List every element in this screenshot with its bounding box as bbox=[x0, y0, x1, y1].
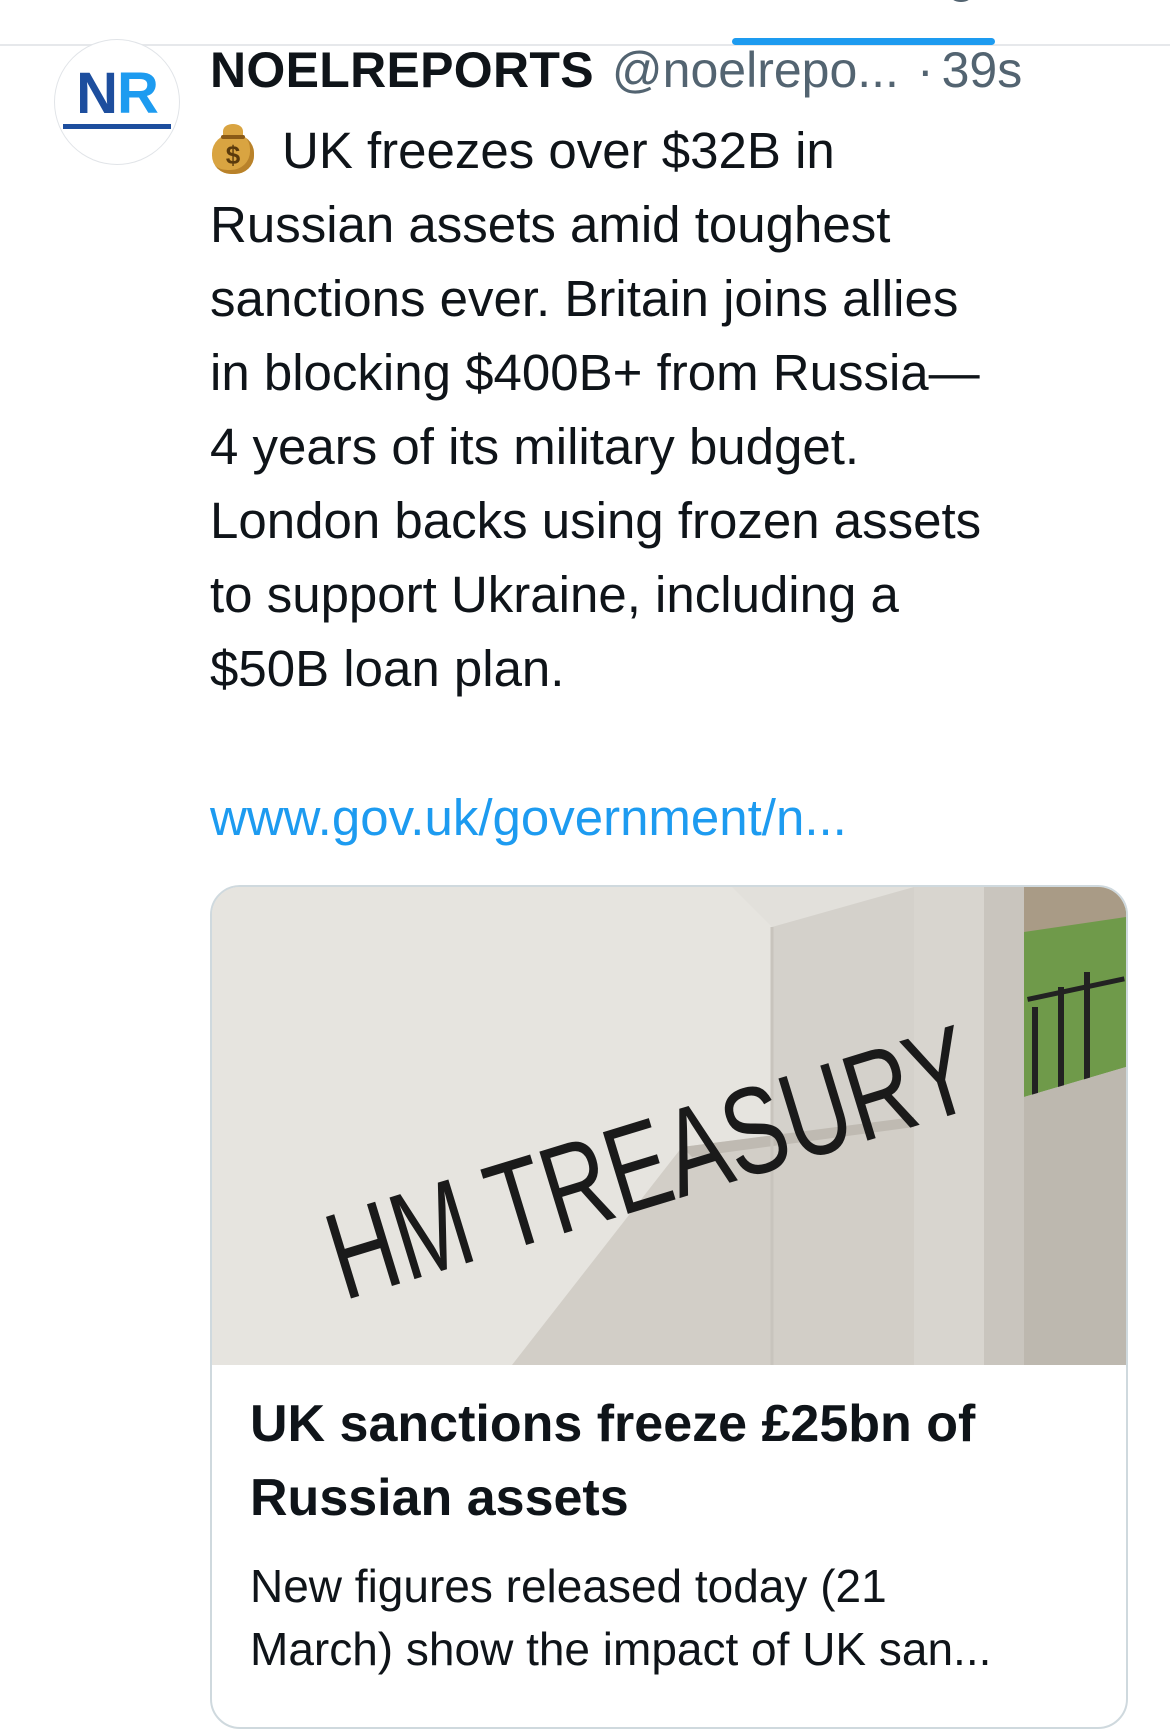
tweet-text-line: $ UK freezes over $32B in bbox=[210, 114, 1135, 188]
tweet-text-line: in blocking $400B+ from Russia— bbox=[210, 344, 980, 401]
avatar-underline bbox=[63, 124, 171, 129]
tweet-text-line: Russian assets amid toughest bbox=[210, 196, 891, 253]
tweet-text-line: $50B loan plan. bbox=[210, 640, 565, 697]
tweet-text-line: London backs using frozen assets bbox=[210, 492, 982, 549]
card-title[interactable]: UK sanctions freeze £25bn of Russian ass… bbox=[250, 1387, 1100, 1535]
avatar[interactable]: NR bbox=[55, 40, 179, 164]
tweet-link[interactable]: www.gov.uk/government/n... bbox=[210, 784, 847, 852]
card-description: New figures released today (21 March) sh… bbox=[250, 1560, 992, 1675]
user-handle[interactable]: @noelrepo... bbox=[612, 40, 899, 100]
money-bag-icon: $ bbox=[210, 122, 256, 174]
tweet-header: NOELREPORTS @noelrepo... · 39s bbox=[210, 40, 1150, 100]
card-image[interactable]: HM TREASURY bbox=[212, 887, 1126, 1365]
tweet-text: $ UK freezes over $32B in Russian assets … bbox=[210, 114, 1135, 706]
display-name[interactable]: NOELREPORTS bbox=[210, 40, 594, 100]
timestamp[interactable]: 39s bbox=[942, 40, 1023, 100]
tweet-text-line: 4 years of its military budget. bbox=[210, 418, 860, 475]
avatar-logo: NR bbox=[76, 61, 159, 126]
top-bar-icon-fragment bbox=[950, 0, 972, 2]
separator-dot: · bbox=[916, 42, 934, 98]
link-preview-card[interactable]: HM TREASURY UK sanctions freeze £25bn of… bbox=[210, 885, 1128, 1729]
hm-treasury-photo: HM TREASURY bbox=[212, 887, 1126, 1365]
tweet-text-line: to support Ukraine, including a bbox=[210, 566, 899, 623]
tweet-text-line: sanctions ever. Britain joins allies bbox=[210, 270, 959, 327]
